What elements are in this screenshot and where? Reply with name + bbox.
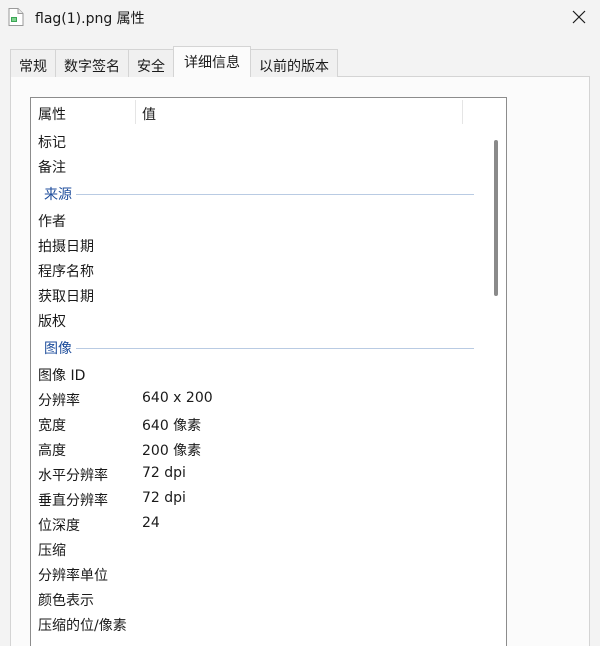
property-value: 72 dpi bbox=[142, 490, 186, 506]
property-name: 作者 bbox=[38, 214, 66, 230]
list-item[interactable]: 拍摄日期 bbox=[31, 232, 491, 257]
property-value: 72 dpi bbox=[142, 465, 186, 481]
list-item[interactable]: 作者 bbox=[31, 207, 491, 232]
list-item[interactable]: 颜色表示 bbox=[31, 586, 491, 611]
png-file-icon bbox=[8, 8, 24, 26]
column-header-property[interactable]: 属性 bbox=[38, 104, 66, 124]
list-header: 属性 值 bbox=[31, 98, 506, 126]
group-header-image: 图像 bbox=[31, 332, 491, 361]
property-name: 高度 bbox=[38, 443, 66, 459]
property-name: 标记 bbox=[38, 135, 66, 151]
list-item[interactable]: 图像 ID bbox=[31, 361, 491, 386]
property-name: 图像 ID bbox=[38, 368, 86, 384]
property-name: 获取日期 bbox=[38, 289, 94, 305]
list-item[interactable]: 分辨率单位 bbox=[31, 561, 491, 586]
property-name: 垂直分辨率 bbox=[38, 493, 108, 509]
title-bar: flag(1).png 属性 bbox=[0, 0, 600, 34]
details-list[interactable]: 属性 值 标记 备注 来源 作者 拍摄日期 程序名称 获取日期 版权 图像 图像… bbox=[30, 97, 507, 646]
property-name: 宽度 bbox=[38, 418, 66, 434]
tab-bar: 常规 数字签名 安全 详细信息 以前的版本 bbox=[10, 46, 338, 77]
tab-general[interactable]: 常规 bbox=[10, 49, 56, 77]
property-value: 640 x 200 bbox=[142, 390, 213, 406]
tab-previous-versions[interactable]: 以前的版本 bbox=[250, 49, 338, 77]
list-rows: 标记 备注 来源 作者 拍摄日期 程序名称 获取日期 版权 图像 图像 ID 分… bbox=[31, 128, 491, 636]
list-item[interactable]: 获取日期 bbox=[31, 282, 491, 307]
tab-security[interactable]: 安全 bbox=[128, 49, 174, 77]
tab-details[interactable]: 详细信息 bbox=[173, 46, 251, 77]
column-header-value[interactable]: 值 bbox=[142, 104, 156, 124]
close-button[interactable] bbox=[566, 5, 592, 29]
list-item[interactable]: 压缩 bbox=[31, 536, 491, 561]
list-item[interactable]: 水平分辨率 72 dpi bbox=[31, 461, 491, 486]
property-name: 压缩的位/像素 bbox=[38, 618, 127, 634]
property-name: 位深度 bbox=[38, 518, 80, 534]
list-item[interactable]: 备注 bbox=[31, 153, 491, 178]
property-name: 版权 bbox=[38, 314, 66, 330]
property-value: 640 像素 bbox=[142, 418, 202, 434]
group-divider bbox=[44, 348, 474, 349]
tab-digital-signatures[interactable]: 数字签名 bbox=[55, 49, 129, 77]
column-divider[interactable] bbox=[135, 100, 136, 124]
list-item[interactable]: 垂直分辨率 72 dpi bbox=[31, 486, 491, 511]
list-item[interactable]: 位深度 24 bbox=[31, 511, 491, 536]
close-icon bbox=[572, 10, 586, 24]
group-divider bbox=[44, 194, 474, 195]
list-item[interactable]: 分辨率 640 x 200 bbox=[31, 386, 491, 411]
list-item[interactable]: 标记 bbox=[31, 128, 491, 153]
group-label: 来源 bbox=[44, 184, 76, 204]
list-item[interactable]: 版权 bbox=[31, 307, 491, 332]
column-divider[interactable] bbox=[462, 100, 463, 124]
list-item[interactable]: 压缩的位/像素 bbox=[31, 611, 491, 636]
property-value: 24 bbox=[142, 515, 160, 531]
group-label: 图像 bbox=[44, 338, 76, 358]
list-item[interactable]: 程序名称 bbox=[31, 257, 491, 282]
property-value: 200 像素 bbox=[142, 443, 202, 459]
property-name: 分辨率单位 bbox=[38, 568, 108, 584]
window-title: flag(1).png 属性 bbox=[35, 11, 145, 27]
vertical-scrollbar-thumb[interactable] bbox=[494, 140, 498, 296]
property-name: 拍摄日期 bbox=[38, 239, 94, 255]
list-item[interactable]: 宽度 640 像素 bbox=[31, 411, 491, 436]
property-name: 分辨率 bbox=[38, 393, 80, 409]
property-name: 水平分辨率 bbox=[38, 468, 108, 484]
property-name: 颜色表示 bbox=[38, 593, 94, 609]
property-name: 压缩 bbox=[38, 543, 66, 559]
list-item[interactable]: 高度 200 像素 bbox=[31, 436, 491, 461]
property-name: 程序名称 bbox=[38, 264, 94, 280]
group-header-source: 来源 bbox=[31, 178, 491, 207]
properties-dialog: flag(1).png 属性 常规 数字签名 安全 详细信息 以前的版本 属性 … bbox=[0, 0, 600, 646]
property-name: 备注 bbox=[38, 160, 66, 176]
